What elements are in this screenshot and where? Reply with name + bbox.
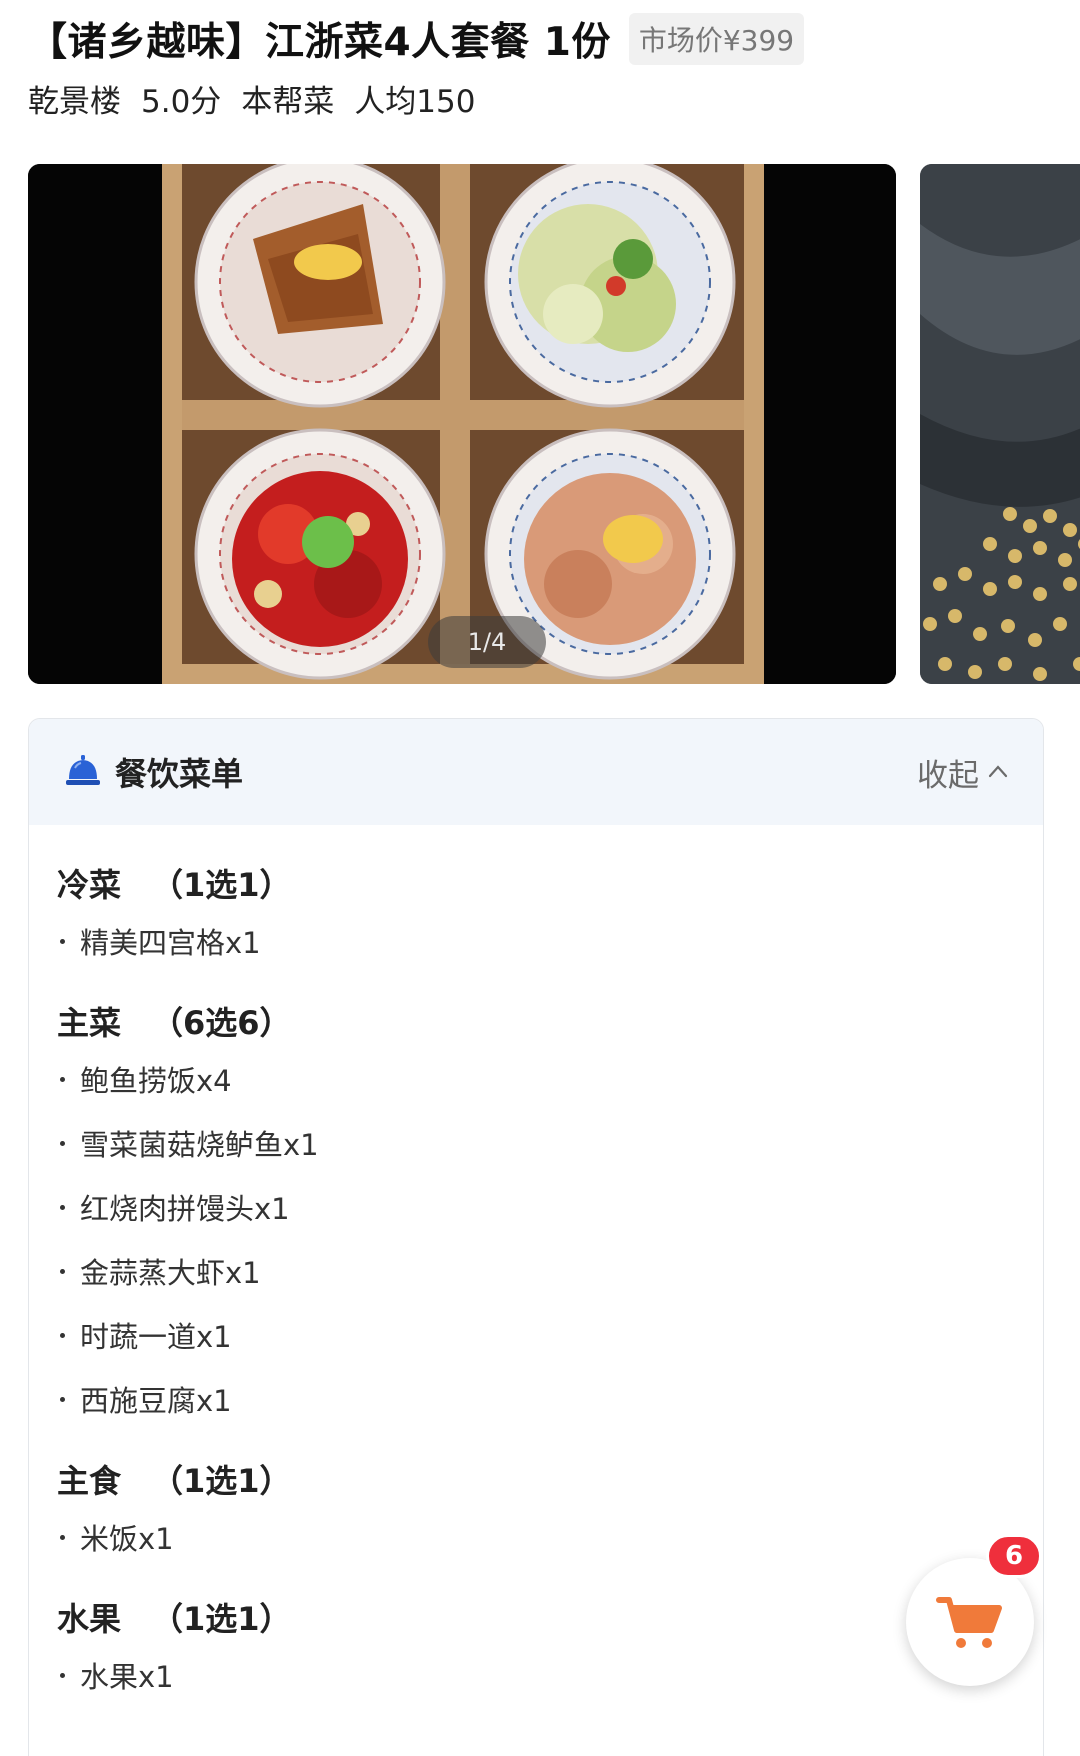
menu-title: 餐饮菜单 <box>115 755 244 793</box>
section-rule: （1选1） <box>151 1600 292 1638</box>
menu-section: 冷菜 （1选1） 精美四宫格x1 <box>57 857 1043 973</box>
shop-cuisine: 本帮菜 <box>241 83 335 120</box>
menu-item: 精美四宫格x1 <box>57 909 1043 973</box>
menu-item-label: 金蒜蒸大虾x1 <box>80 1256 261 1290</box>
menu-item: 西施豆腐x1 <box>57 1367 1043 1431</box>
shop-name[interactable]: 乾景楼 <box>28 76 121 121</box>
carousel-slide-current[interactable]: 1/4 <box>28 164 896 684</box>
menu-item: 金蒜蒸大虾x1 <box>57 1239 1043 1303</box>
carousel-pager: 1/4 <box>428 616 546 668</box>
section-title: 冷菜 （1选1） <box>57 857 1043 909</box>
menu-item-label: 米饭x1 <box>80 1522 174 1556</box>
bullet-icon <box>60 1140 65 1146</box>
bullet-icon <box>60 1204 65 1210</box>
menu-item: 雪菜菌菇烧鲈鱼x1 <box>57 1111 1043 1175</box>
menu-item-label: 雪菜菌菇烧鲈鱼x1 <box>80 1128 319 1162</box>
bullet-icon <box>60 1396 65 1402</box>
menu-section: 主食 （1选1） 米饭x1 <box>57 1453 1043 1569</box>
menu-item: 米饭x1 <box>57 1505 1043 1569</box>
product-title-row: 【诸乡越味】江浙菜4人套餐 1份 市场价¥399 <box>28 10 805 68</box>
section-title: 水果 （1选1） <box>57 1591 1043 1643</box>
menu-section: 主菜 （6选6） 鲍鱼捞饭x4 雪菜菌菇烧鲈鱼x1 红烧肉拼馒头x1 金蒜蒸大虾… <box>57 995 1043 1431</box>
menu-item-label: 红烧肉拼馒头x1 <box>80 1192 290 1226</box>
market-price-badge: 市场价¥399 <box>628 13 805 65</box>
product-title: 【诸乡越味】江浙菜4人套餐 1份 <box>28 20 611 65</box>
collapse-label: 收起 <box>917 757 979 794</box>
menu-item-label: 精美四宫格x1 <box>80 926 261 960</box>
section-name: 主菜 <box>57 1004 122 1042</box>
bullet-icon <box>60 938 65 944</box>
menu-item: 鲍鱼捞饭x4 <box>57 1047 1043 1111</box>
bullet-icon <box>60 1332 65 1338</box>
menu-section: 水果 （1选1） 水果x1 <box>57 1591 1043 1707</box>
menu-header: 餐饮菜单 收起 <box>29 719 1043 825</box>
cart-count-badge: 6 <box>986 1534 1042 1578</box>
shop-rating: 5.0分 <box>141 83 222 120</box>
shopping-cart-icon <box>936 1597 1002 1648</box>
menu-item-label: 鲍鱼捞饭x4 <box>80 1064 232 1098</box>
section-title: 主食 （1选1） <box>57 1453 1043 1505</box>
section-title: 主菜 （6选6） <box>57 995 1043 1047</box>
section-name: 主食 <box>57 1462 122 1500</box>
food-photo-beans <box>920 164 1080 684</box>
menu-item: 水果x1 <box>57 1643 1043 1707</box>
shop-meta-row: 乾景楼 5.0分 本帮菜 人均150 <box>28 76 495 120</box>
service-bell-icon <box>65 752 101 792</box>
bullet-icon <box>60 1076 65 1082</box>
collapse-button[interactable]: 收起 <box>917 719 1009 825</box>
food-photo-four-grid <box>28 164 896 684</box>
menu-item-label: 时蔬一道x1 <box>80 1320 232 1354</box>
bullet-icon <box>60 1672 65 1678</box>
section-rule: （1选1） <box>151 866 292 904</box>
section-name: 水果 <box>57 1600 122 1638</box>
section-name: 冷菜 <box>57 866 122 904</box>
section-rule: （6选6） <box>151 1004 292 1042</box>
menu-card: 餐饮菜单 收起 冷菜 （1选1） 精美四宫格x1 主菜 （6选6） 鲍鱼捞饭x4… <box>28 718 1044 1756</box>
section-rule: （1选1） <box>151 1462 292 1500</box>
carousel-slide-next[interactable] <box>920 164 1080 684</box>
image-carousel[interactable]: 1/4 <box>28 164 1080 684</box>
menu-item: 时蔬一道x1 <box>57 1303 1043 1367</box>
menu-body: 冷菜 （1选1） 精美四宫格x1 主菜 （6选6） 鲍鱼捞饭x4 雪菜菌菇烧鲈鱼… <box>29 825 1043 1707</box>
menu-item-label: 西施豆腐x1 <box>80 1384 232 1418</box>
menu-item: 红烧肉拼馒头x1 <box>57 1175 1043 1239</box>
chevron-up-icon <box>988 765 1008 778</box>
bullet-icon <box>60 1268 65 1274</box>
shop-avg-price: 人均150 <box>354 83 476 120</box>
menu-item-label: 水果x1 <box>80 1660 174 1694</box>
bullet-icon <box>60 1534 65 1540</box>
